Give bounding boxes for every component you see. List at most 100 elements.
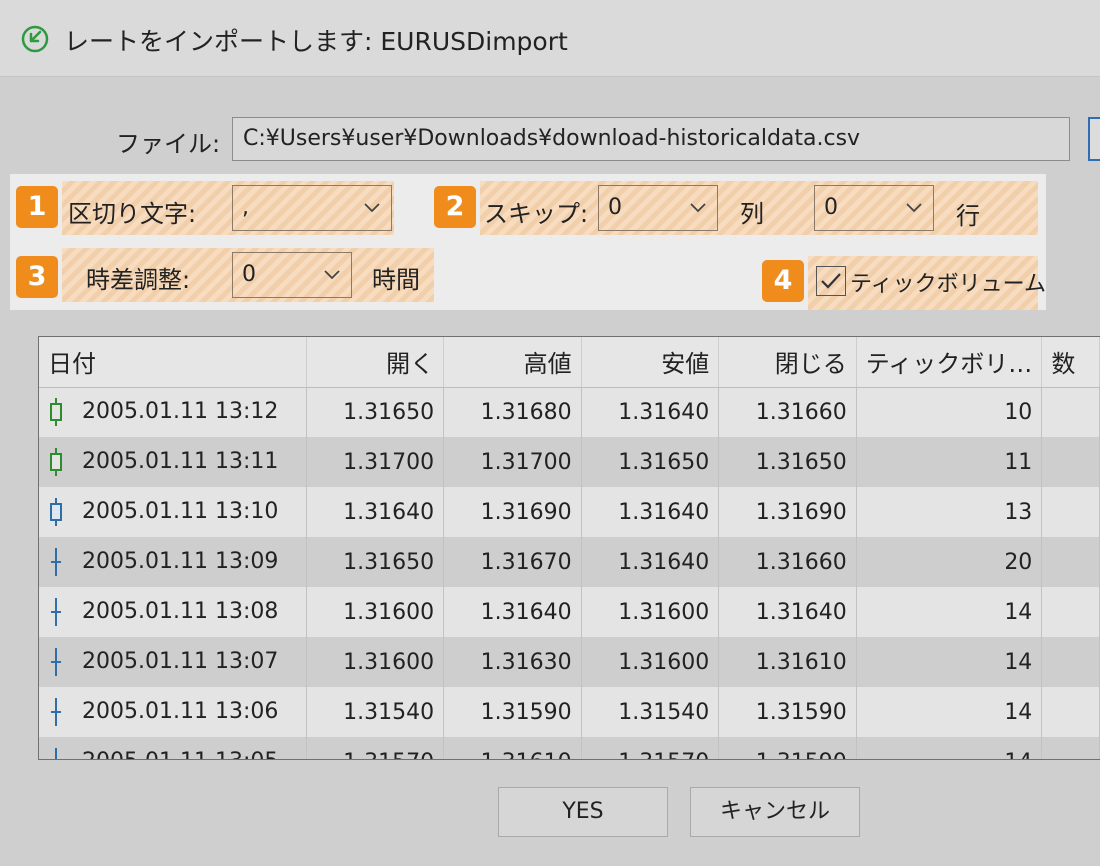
cell-low: 1.31640 — [581, 537, 720, 587]
table-row[interactable]: 2005.01.11 13:10 1.31640 1.31690 1.31640 1.3… — [39, 487, 1100, 537]
delimiter-label: 区切り文字: — [68, 200, 197, 228]
cell-count — [1041, 687, 1100, 737]
skip-rows-select[interactable]: 0 — [814, 185, 934, 231]
time-shift-value: 0 — [242, 262, 256, 287]
cell-date: 2005.01.11 13:08 — [39, 587, 307, 637]
cell-tick-volume: 20 — [856, 537, 1043, 587]
cancel-button[interactable]: キャンセル — [690, 787, 860, 837]
chevron-down-icon — [690, 203, 706, 213]
skip-columns-select[interactable]: 0 — [598, 185, 718, 231]
cell-count — [1041, 437, 1100, 487]
file-path-field[interactable]: C:¥Users¥user¥Downloads¥download-histori… — [232, 117, 1070, 161]
yes-button[interactable]: YES — [498, 787, 668, 837]
cell-date: 2005.01.11 13:07 — [39, 637, 307, 687]
cell-high: 1.31640 — [443, 587, 582, 637]
time-shift-unit: 時間 — [372, 266, 420, 294]
cell-date: 2005.01.11 13:10 — [39, 487, 307, 537]
cell-close: 1.31650 — [718, 437, 857, 487]
cell-close: 1.31660 — [718, 387, 857, 437]
cell-high: 1.31680 — [443, 387, 582, 437]
header-count[interactable]: 数 — [1041, 337, 1100, 388]
skip-columns-unit: 列 — [740, 200, 764, 228]
header-open[interactable]: 開く — [306, 337, 445, 388]
cell-tick-volume: 14 — [856, 687, 1043, 737]
header-high[interactable]: 高値 — [443, 337, 582, 388]
badge-4: 4 — [762, 260, 804, 302]
cell-close: 1.31640 — [718, 587, 857, 637]
cell-open: 1.31600 — [306, 637, 445, 687]
cell-open: 1.31600 — [306, 587, 445, 637]
skip-label: スキップ: — [484, 200, 589, 228]
cell-open: 1.31650 — [306, 387, 445, 437]
cell-open: 1.31570 — [306, 737, 445, 759]
time-shift-label: 時差調整: — [86, 266, 191, 294]
chevron-down-icon — [906, 203, 922, 213]
cell-low: 1.31540 — [581, 687, 720, 737]
cell-open: 1.31540 — [306, 687, 445, 737]
cell-count — [1041, 487, 1100, 537]
bullish-candle-icon — [48, 397, 64, 427]
date-text: 2005.01.11 13:11 — [82, 449, 279, 474]
header-tick-volume[interactable]: ティックボリ… — [856, 337, 1043, 388]
time-shift-select[interactable]: 0 — [232, 252, 352, 298]
window-title: レートをインポートします: EURUSDimport — [64, 27, 568, 56]
header-date[interactable]: 日付 — [39, 337, 307, 388]
date-text: 2005.01.11 13:05 — [82, 749, 278, 759]
delimiter-select[interactable]: , — [232, 185, 392, 231]
table-row[interactable]: 2005.01.11 13:12 1.31650 1.31680 1.31640 1.3… — [39, 387, 1100, 437]
date-text: 2005.01.11 13:06 — [82, 699, 279, 724]
cell-low: 1.31570 — [581, 737, 720, 759]
cell-tick-volume: 13 — [856, 487, 1043, 537]
doji-candle-icon — [48, 747, 64, 759]
cell-close: 1.31610 — [718, 637, 857, 687]
cell-low: 1.31640 — [581, 387, 720, 437]
table-row[interactable]: 2005.01.11 13:051.315701.316101.315701.3… — [39, 737, 1100, 759]
cell-date: 2005.01.11 13:09 — [39, 537, 307, 587]
date-text: 2005.01.11 13:08 — [82, 599, 279, 624]
cell-open: 1.31640 — [306, 487, 445, 537]
rates-table: 日付 開く 高値 安値 閉じる ティックボリ… 数 2005.01.11 13:… — [39, 337, 1100, 759]
title-bar: レートをインポートします: EURUSDimport — [0, 0, 1100, 77]
date-text: 2005.01.11 13:12 — [82, 399, 279, 425]
date-text: 2005.01.11 13:10 — [82, 499, 279, 524]
date-text: 2005.01.11 13:07 — [82, 649, 279, 674]
cell-low: 1.31600 — [581, 587, 720, 637]
tick-volume-label: ティックボリューム — [850, 272, 1047, 297]
browse-button[interactable] — [1088, 117, 1100, 161]
cell-close: 1.31690 — [718, 487, 857, 537]
cell-high: 1.31630 — [443, 637, 582, 687]
tick-volume-checkbox[interactable] — [816, 266, 846, 296]
cell-open: 1.31650 — [306, 537, 445, 587]
cell-count — [1041, 537, 1100, 587]
badge-1: 1 — [16, 186, 58, 228]
skip-rows-unit: 行 — [956, 202, 980, 230]
cell-tick-volume: 10 — [856, 387, 1043, 437]
preview-table[interactable]: 日付 開く 高値 安値 閉じる ティックボリ… 数 2005.01.11 13:… — [38, 336, 1100, 760]
table-row[interactable]: 2005.01.11 13:11 1.31700 1.31700 1.31650 1.3… — [39, 437, 1100, 487]
table-row[interactable]: 2005.01.11 13:09 1.31650 1.31670 1.31640 1.3… — [39, 537, 1100, 587]
cell-high: 1.31670 — [443, 537, 582, 587]
cell-count — [1041, 587, 1100, 637]
cell-count — [1041, 387, 1100, 437]
table-row[interactable]: 2005.01.11 13:06 1.31540 1.31590 1.31540 1.3… — [39, 687, 1100, 737]
cell-date: 2005.01.11 13:06 — [39, 687, 307, 737]
date-text: 2005.01.11 13:09 — [82, 549, 279, 574]
table-row[interactable]: 2005.01.11 13:08 1.31600 1.31640 1.31600 1.3… — [39, 587, 1100, 637]
cell-low: 1.31650 — [581, 437, 720, 487]
chevron-down-icon — [324, 270, 340, 280]
cell-high: 1.31610 — [443, 737, 582, 759]
table-row[interactable]: 2005.01.11 13:07 1.31600 1.31630 1.31600 1.3… — [39, 637, 1100, 687]
cell-date: 2005.01.11 13:12 — [39, 387, 307, 437]
cell-low: 1.31600 — [581, 637, 720, 687]
cell-tick-volume: 14 — [856, 637, 1043, 687]
cell-tick-volume: 14 — [856, 737, 1043, 759]
cell-close: 1.31660 — [718, 537, 857, 587]
header-low[interactable]: 安値 — [581, 337, 720, 388]
cell-high: 1.31690 — [443, 487, 582, 537]
cell-count — [1041, 737, 1100, 759]
header-close[interactable]: 閉じる — [718, 337, 857, 388]
badge-2: 2 — [434, 186, 476, 228]
cell-tick-volume: 11 — [856, 437, 1043, 487]
cell-high: 1.31700 — [443, 437, 582, 487]
skip-rows-value: 0 — [824, 195, 838, 220]
